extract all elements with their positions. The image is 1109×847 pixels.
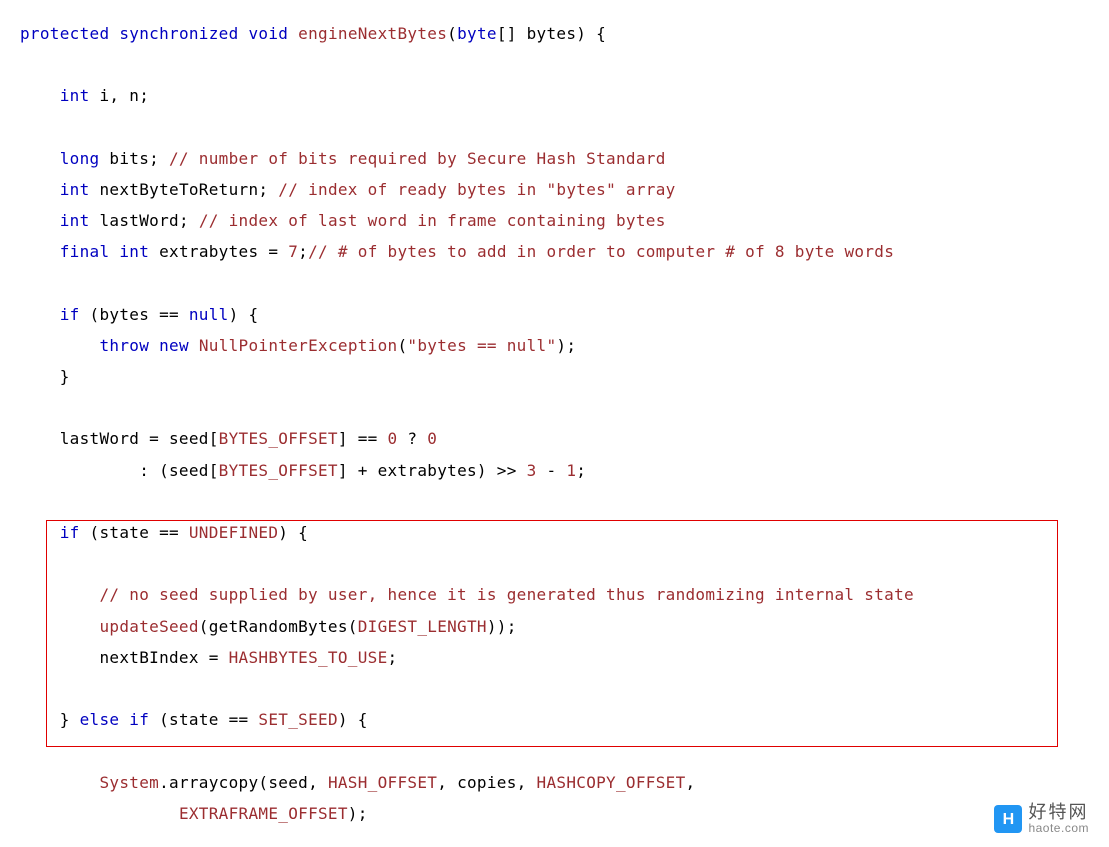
text: (state ==: [149, 710, 258, 729]
kw-if: if: [60, 305, 80, 324]
const-hashbytes: HASHBYTES_TO_USE: [229, 648, 388, 667]
num-0: 0: [388, 429, 398, 448]
kw-protected: protected: [20, 24, 109, 43]
text: ,: [686, 773, 696, 792]
num-1: 1: [566, 461, 576, 480]
method-updateseed: updateSeed: [99, 617, 198, 636]
kw-new: new: [159, 336, 189, 355]
watermark-cn: 好特网: [1028, 803, 1089, 822]
num-7: 7: [288, 242, 298, 261]
watermark: H 好特网 haote.com: [994, 803, 1089, 834]
comment: // # of bytes to add in order to compute…: [308, 242, 894, 261]
const-set-seed: SET_SEED: [258, 710, 337, 729]
kw-if: if: [60, 523, 80, 542]
kw-int: int: [119, 242, 149, 261]
text: }: [60, 710, 80, 729]
var-nextbyte: nextByteToReturn;: [90, 180, 279, 199]
close-paren: );: [556, 336, 576, 355]
kw-int: int: [60, 211, 90, 230]
kw-int: int: [60, 86, 90, 105]
if-cond: (bytes ==: [80, 305, 189, 324]
comment: // number of bits required by Secure Has…: [169, 149, 666, 168]
text: ] ==: [338, 429, 388, 448]
text: ] + extrabytes) >>: [338, 461, 527, 480]
kw-byte: byte: [457, 24, 497, 43]
kw-if: if: [129, 710, 149, 729]
kw-final: final: [60, 242, 110, 261]
comment: // index of ready bytes in "bytes" array: [278, 180, 675, 199]
comment: // no seed supplied by user, hence it is…: [99, 585, 914, 604]
text: ) {: [278, 523, 308, 542]
text: ?: [397, 429, 427, 448]
var-lastword: lastWord;: [90, 211, 199, 230]
const-bytes-offset: BYTES_OFFSET: [219, 429, 338, 448]
assign-lastword: lastWord = seed[: [60, 429, 219, 448]
kw-null: null: [189, 305, 229, 324]
text: -: [537, 461, 567, 480]
kw-int: int: [60, 180, 90, 199]
const-digest-length: DIGEST_LENGTH: [358, 617, 487, 636]
var-extrabytes: extrabytes =: [149, 242, 288, 261]
watermark-badge-icon: H: [994, 805, 1022, 833]
type-system: System: [99, 773, 159, 792]
if-close: ) {: [229, 305, 259, 324]
text: nextBIndex =: [99, 648, 228, 667]
kw-throw: throw: [99, 336, 149, 355]
method-name: engineNextBytes: [298, 24, 447, 43]
text: (getRandomBytes(: [199, 617, 358, 636]
kw-void: void: [248, 24, 288, 43]
const-hash-offset: HASH_OFFSET: [328, 773, 437, 792]
vars: i, n;: [90, 86, 150, 105]
text: ));: [487, 617, 517, 636]
const-hashcopy-offset: HASHCOPY_OFFSET: [537, 773, 686, 792]
watermark-en: haote.com: [1028, 822, 1089, 835]
semi: ;: [298, 242, 308, 261]
params: [] bytes) {: [497, 24, 606, 43]
const-extraframe-offset: EXTRAFRAME_OFFSET: [179, 804, 348, 823]
type-npe: NullPointerException: [199, 336, 398, 355]
kw-long: long: [60, 149, 100, 168]
num-3: 3: [527, 461, 537, 480]
const-undefined: UNDEFINED: [189, 523, 278, 542]
semi: ;: [576, 461, 586, 480]
kw-synchronized: synchronized: [119, 24, 238, 43]
text: , copies,: [437, 773, 536, 792]
var-bits: bits;: [99, 149, 169, 168]
kw-else: else: [80, 710, 120, 729]
const-bytes-offset: BYTES_OFFSET: [219, 461, 338, 480]
text: (state ==: [80, 523, 189, 542]
num-0: 0: [427, 429, 437, 448]
text: : (seed[: [139, 461, 218, 480]
text: .arraycopy(seed,: [159, 773, 328, 792]
string-literal: "bytes == null": [407, 336, 556, 355]
close-brace: }: [60, 367, 70, 386]
text: );: [348, 804, 368, 823]
text: ;: [388, 648, 398, 667]
comment: // index of last word in frame containin…: [199, 211, 666, 230]
code-block: protected synchronized void engineNextBy…: [20, 18, 1089, 829]
text: ) {: [338, 710, 368, 729]
